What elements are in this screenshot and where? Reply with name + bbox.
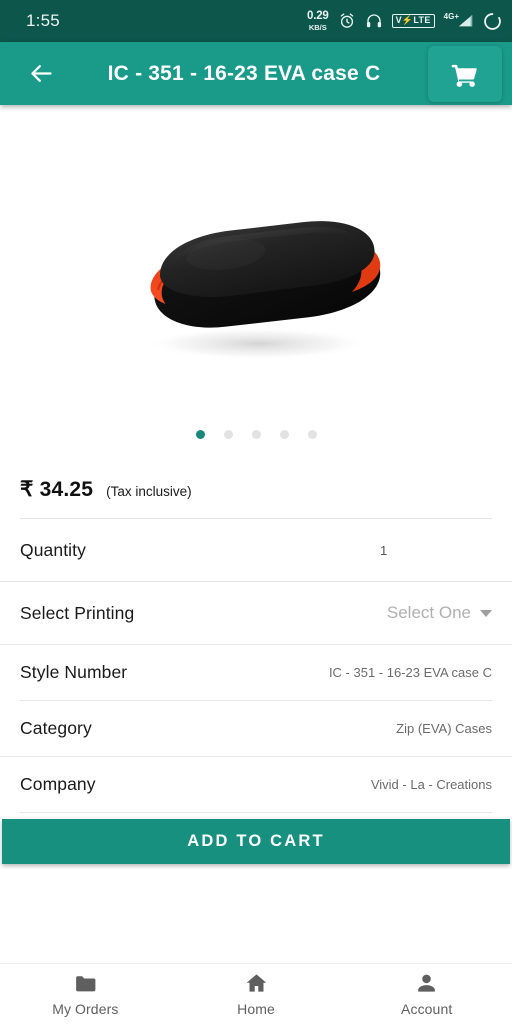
style-number-row: Style Number IC - 351 - 16-23 EVA case C [0, 645, 512, 700]
product-image [0, 105, 512, 460]
status-time: 1:55 [26, 11, 60, 30]
select-printing-row[interactable]: Select Printing Select One [0, 582, 512, 644]
carousel-dot-3[interactable] [251, 430, 261, 439]
company-row: Company Vivid - La - Creations [0, 757, 512, 812]
price-section: ₹ 34.25 (Tax inclusive) [0, 460, 512, 518]
network-speed-indicator: 0.29 KB/S [307, 10, 329, 32]
signal-bars-icon [458, 15, 473, 27]
style-number-value: IC - 351 - 16-23 EVA case C [328, 665, 492, 680]
quantity-label: Quantity [20, 539, 86, 560]
carousel-dot-1[interactable] [195, 430, 205, 439]
carousel-dots[interactable] [0, 430, 512, 439]
carousel-dot-2[interactable] [223, 430, 233, 439]
tax-note: (Tax inclusive) [106, 484, 192, 499]
page-title: IC - 351 - 16-23 EVA case C [107, 61, 381, 85]
nav-item-home[interactable]: Home [171, 971, 342, 1017]
add-to-cart-container: ADD TO CART [0, 813, 512, 864]
headphones-icon [366, 14, 381, 28]
style-number-label: Style Number [20, 662, 128, 682]
bottom-navigation-bar: My Orders Home Account [0, 963, 512, 1024]
product-image-carousel[interactable] [0, 105, 512, 460]
printing-dropdown[interactable]: Select One [387, 603, 492, 623]
home-icon [246, 974, 266, 992]
quantity-row[interactable]: Quantity 1 [0, 519, 512, 581]
status-bar: 1:55 0.29 KB/S V⚡LTE 4G+ [0, 0, 512, 42]
cart-button[interactable] [428, 45, 502, 102]
eva-case-illustration [146, 220, 381, 360]
category-value: Zip (EVA) Cases [396, 721, 492, 736]
signal-strength-icon: 4G+ [444, 12, 474, 29]
volte-badge: V⚡LTE [391, 14, 435, 28]
category-row: Category Zip (EVA) Cases [0, 701, 512, 756]
category-label: Category [20, 718, 92, 738]
select-printing-label: Select Printing [20, 602, 135, 623]
folder-icon [75, 976, 96, 992]
person-icon [418, 974, 436, 992]
caret-down-icon [480, 609, 492, 617]
back-button[interactable] [18, 51, 64, 97]
company-value: Vivid - La - Creations [370, 777, 492, 792]
product-detail-screen: 1:55 0.29 KB/S V⚡LTE 4G+ IC - 351 - 16-2… [0, 0, 512, 1024]
alarm-clock-icon [340, 13, 353, 28]
printing-dropdown-value: Select One [386, 603, 471, 622]
nav-item-my-orders[interactable]: My Orders [0, 971, 171, 1017]
app-bar: IC - 351 - 16-23 EVA case C [0, 42, 512, 105]
battery-circle-icon [484, 12, 501, 30]
network-speed-value: 0.29 [307, 10, 329, 22]
nav-label-home: Home [237, 1001, 275, 1017]
status-icons: 0.29 KB/S V⚡LTE 4G+ [307, 10, 502, 32]
arrow-left-icon [30, 65, 52, 82]
network-speed-unit: KB/S [308, 22, 327, 32]
add-to-cart-button[interactable]: ADD TO CART [2, 819, 510, 864]
carousel-dot-5[interactable] [307, 430, 317, 439]
shopping-cart-icon [451, 64, 477, 87]
nav-label-my-orders: My Orders [52, 1001, 119, 1017]
nav-item-account[interactable]: Account [341, 971, 512, 1017]
product-price: ₹ 34.25 [20, 478, 94, 501]
company-label: Company [20, 774, 96, 794]
carousel-dot-4[interactable] [279, 430, 289, 439]
nav-label-account: Account [401, 1001, 453, 1017]
quantity-input[interactable]: 1 [292, 543, 492, 558]
